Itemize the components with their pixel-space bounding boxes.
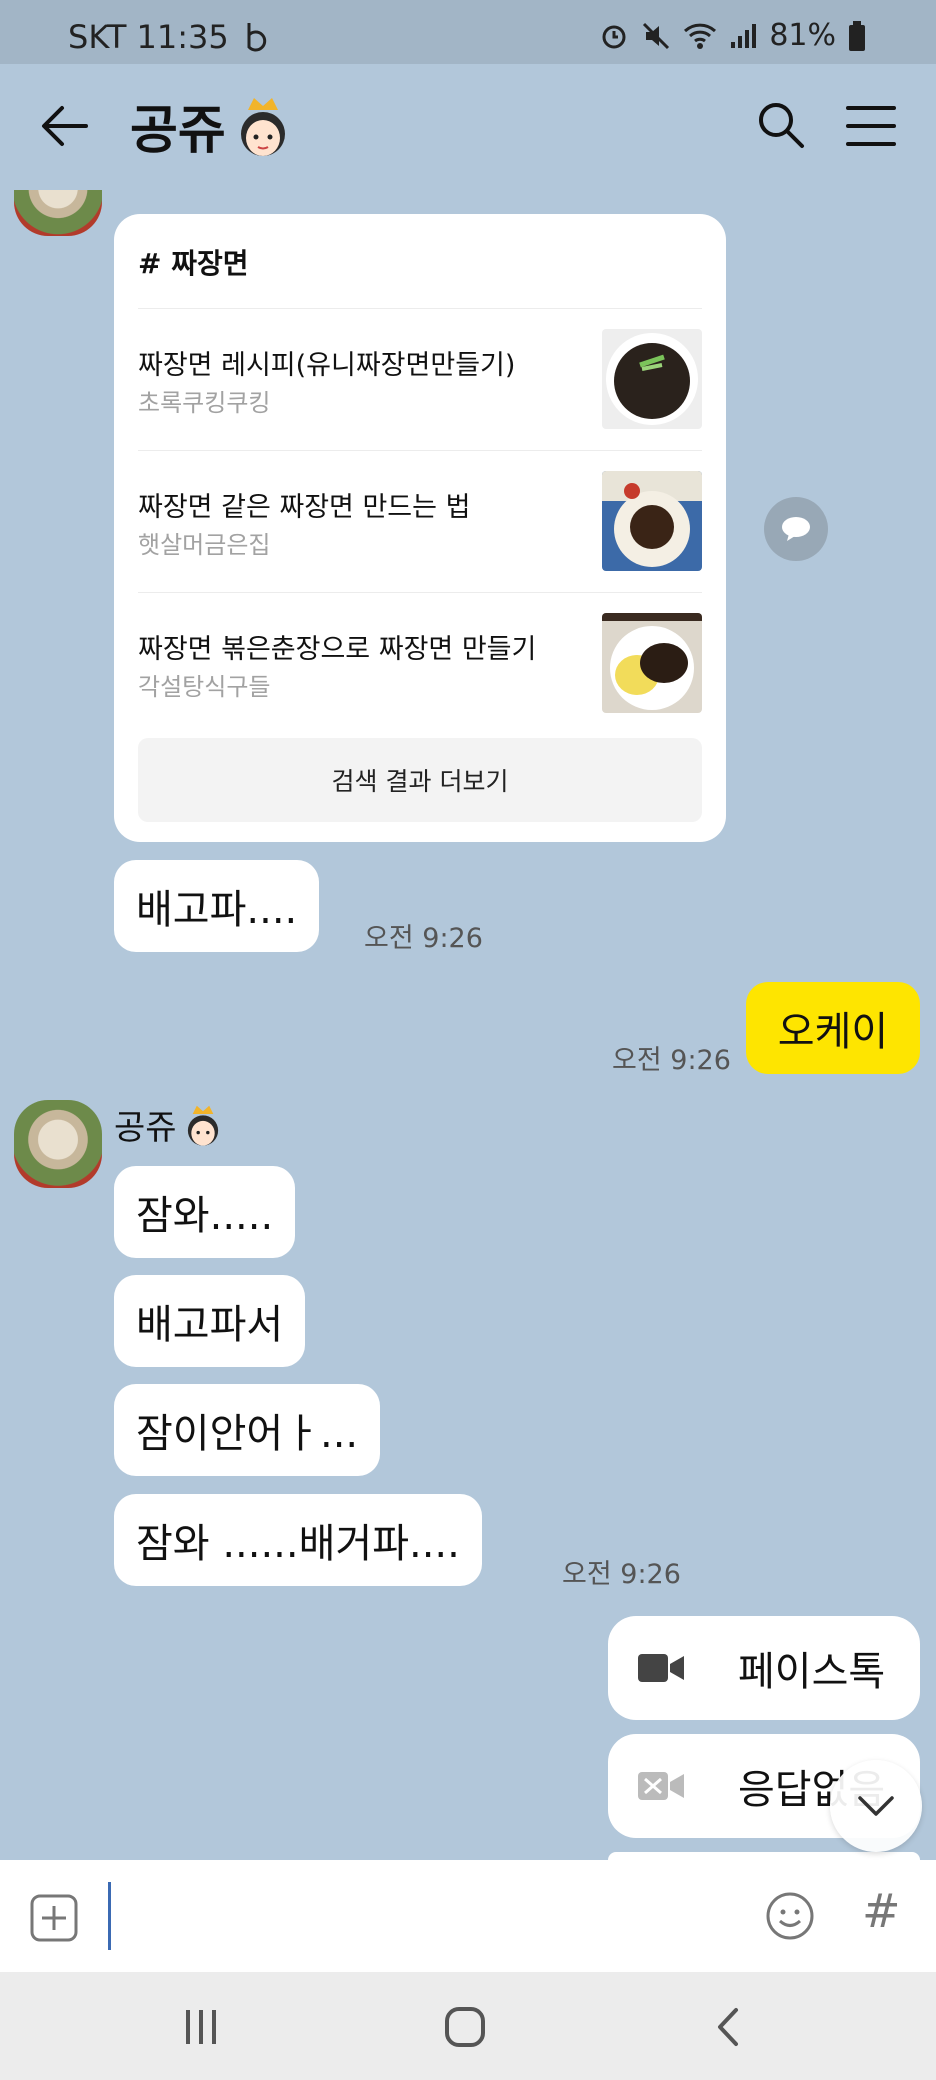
call-bubble-partial — [608, 1852, 920, 1860]
b-app-icon — [247, 23, 266, 52]
result-source: 햇살머금은집 — [138, 531, 271, 559]
alarm-icon — [602, 25, 626, 48]
system-back-icon[interactable] — [704, 2002, 754, 2052]
carrier-time: SKT 11:35 — [68, 18, 229, 56]
result-thumbnail — [602, 613, 702, 713]
search-result-card: # 짜장면 짜장면 레시피(유니짜장면만들기) 초록쿠킹쿠킹 짜장면 같은 짜장… — [114, 214, 726, 842]
message-time: 오전 9:26 — [612, 1045, 731, 1076]
hash-tag-button[interactable]: # — [862, 1884, 901, 1938]
sender-avatar[interactable] — [14, 1100, 102, 1188]
search-card-title: # 짜장면 — [138, 247, 249, 280]
result-source: 각설탕식구들 — [138, 673, 271, 701]
menu-icon[interactable] — [846, 104, 896, 148]
message-input[interactable] — [108, 1882, 748, 1950]
home-icon[interactable] — [440, 2002, 490, 2052]
more-results-button[interactable]: 검색 결과 더보기 — [138, 738, 702, 822]
received-message[interactable]: 배고파서 — [114, 1275, 306, 1367]
recent-apps-icon[interactable] — [176, 2002, 226, 2052]
result-title: 짜장면 같은 짜장면 만드는 법 — [138, 492, 471, 523]
princess-emoji-icon — [187, 1105, 218, 1146]
wifi-icon — [684, 23, 717, 49]
battery-icon — [849, 20, 865, 51]
mute-icon — [643, 22, 670, 49]
sender-name-row: 공쥬 — [114, 1100, 223, 1149]
battery-percent: 81% — [769, 18, 836, 53]
received-message[interactable]: 잠와 ......배거파.... — [114, 1494, 482, 1586]
search-result-item[interactable]: 짜장면 레시피(유니짜장면만들기) 초록쿠킹쿠킹 — [138, 308, 702, 450]
result-title: 짜장면 레시피(유니짜장면만들기) — [138, 350, 516, 381]
back-arrow-icon[interactable] — [38, 100, 90, 152]
result-thumbnail — [602, 471, 702, 571]
message-time: 오전 9:26 — [562, 1559, 681, 1590]
chevron-down-icon — [858, 1796, 894, 1816]
facetalk-call-bubble[interactable]: 페이스톡 — [608, 1616, 920, 1720]
sender-name: 공쥬 — [114, 1108, 177, 1148]
call-label: 페이스톡 — [738, 1649, 886, 1695]
video-camera-icon — [638, 1654, 684, 1682]
result-thumbnail — [602, 329, 702, 429]
speech-bubble-icon — [782, 517, 810, 541]
status-bar: SKT 11:35 81% — [0, 0, 936, 64]
chat-title-text: 공쥬 — [130, 101, 226, 161]
received-message[interactable]: 배고파.... — [114, 860, 320, 952]
chat-title: 공쥬 — [130, 88, 292, 163]
search-result-item[interactable]: 짜장면 볶은춘장으로 짜장면 만들기 각설탕식구들 — [138, 592, 702, 734]
status-right: 81% — [599, 18, 866, 53]
status-left: SKT 11:35 — [68, 18, 271, 56]
scroll-down-button[interactable] — [830, 1760, 922, 1852]
share-button[interactable] — [764, 497, 828, 561]
chat-header: 공쥬 — [0, 64, 936, 192]
signal-icon — [731, 23, 757, 48]
plus-icon[interactable] — [30, 1894, 78, 1942]
message-input-bar: # — [0, 1860, 936, 1972]
video-camera-off-icon — [638, 1772, 684, 1800]
result-title: 짜장면 볶은춘장으로 짜장면 만들기 — [138, 634, 537, 665]
sent-message[interactable]: 오케이 — [746, 982, 920, 1074]
result-source: 초록쿠킹쿠킹 — [138, 389, 271, 417]
received-message[interactable]: 잠와..... — [114, 1166, 296, 1258]
system-nav-bar — [0, 1972, 936, 2080]
emoji-icon[interactable] — [764, 1890, 816, 1942]
received-message[interactable]: 잠이안어ㅏ... — [114, 1384, 381, 1476]
princess-emoji-icon — [240, 97, 285, 156]
message-time: 오전 9:26 — [364, 923, 483, 954]
search-result-item[interactable]: 짜장면 같은 짜장면 만드는 법 햇살머금은집 — [138, 450, 702, 592]
search-icon[interactable] — [756, 100, 806, 150]
